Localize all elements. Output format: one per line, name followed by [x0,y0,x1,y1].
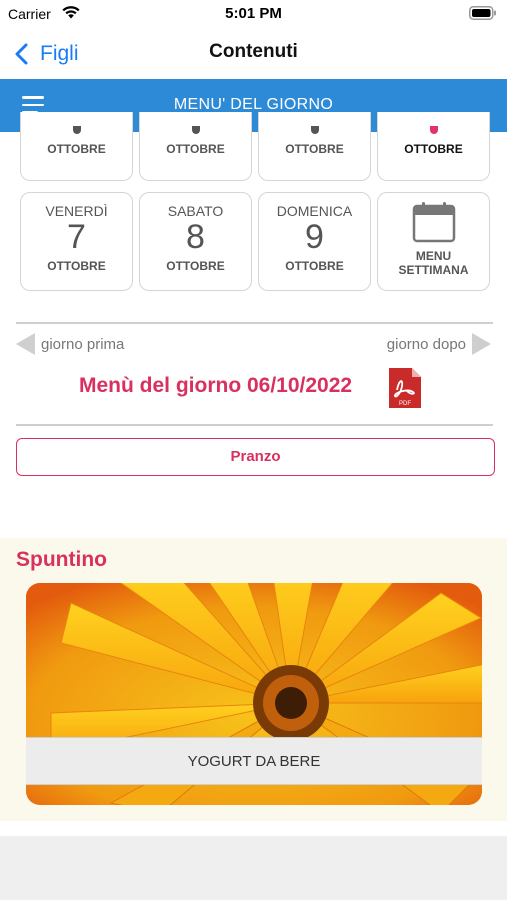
section-title: Spuntino [16,548,107,571]
day-number: 9 [305,218,324,256]
day-month: OTTOBRE [166,142,225,156]
day-card-saturday[interactable]: SABATO 8 OTTOBRE [139,192,252,291]
day-of-week: DOMENICA [276,203,353,219]
day-card[interactable]: OTTOBRE [139,112,252,181]
day-month: OTTOBRE [404,142,463,156]
food-card[interactable]: YOGURT DA BERE [26,583,482,805]
day-number: 7 [67,218,86,256]
navigation-bar: Figli Contenuti [0,30,507,78]
clock: 5:01 PM [225,5,282,22]
spuntino-section: Spuntino YOGURT DA BERE [0,538,507,821]
day-month: OTTOBRE [285,142,344,156]
week-menu-line1: MENU [415,249,452,263]
day-card-selected[interactable]: OTTOBRE [377,112,490,181]
day-card-sunday[interactable]: DOMENICA 9 OTTOBRE [258,192,371,291]
day-number: 8 [186,218,205,256]
svg-text:PDF: PDF [399,401,411,407]
page-title: Contenuti [209,41,298,62]
day-month: OTTOBRE [166,259,225,273]
previous-day-button[interactable]: giorno prima [16,333,124,355]
week-menu-line2: SETTIMANA [398,263,469,277]
status-bar: Carrier 5:01 PM [0,0,507,30]
menu-date-title: Menù del giorno 06/10/2022 [79,374,353,397]
day-card[interactable]: OTTOBRE [258,112,371,181]
calendar-icon [412,202,455,243]
next-day-button[interactable]: giorno dopo [387,333,491,355]
bottom-area [0,836,507,900]
day-month: OTTOBRE [285,259,344,273]
pranzo-button[interactable]: Pranzo [16,438,495,476]
day-card[interactable]: OTTOBRE [20,112,133,181]
day-month: OTTOBRE [47,259,106,273]
arrow-left-icon [16,333,35,355]
divider [16,424,493,426]
week-menu-button[interactable]: MENU SETTIMANA [377,192,490,291]
day-card-friday[interactable]: VENERDÌ 7 OTTOBRE [20,192,133,291]
day-of-week: VENERDÌ [45,203,108,219]
next-day-label: giorno dopo [386,335,466,353]
day-of-week: SABATO [167,203,224,219]
app-screen: Carrier 5:01 PM Figli Contenuti MENU' DE… [0,0,507,900]
pdf-icon[interactable]: PDF [387,366,423,410]
battery-icon [469,6,496,20]
food-item-label: YOGURT DA BERE [26,737,482,785]
day-month: OTTOBRE [47,142,106,156]
previous-day-label: giorno prima [41,335,125,353]
divider [16,322,493,324]
arrow-right-icon [472,333,491,355]
